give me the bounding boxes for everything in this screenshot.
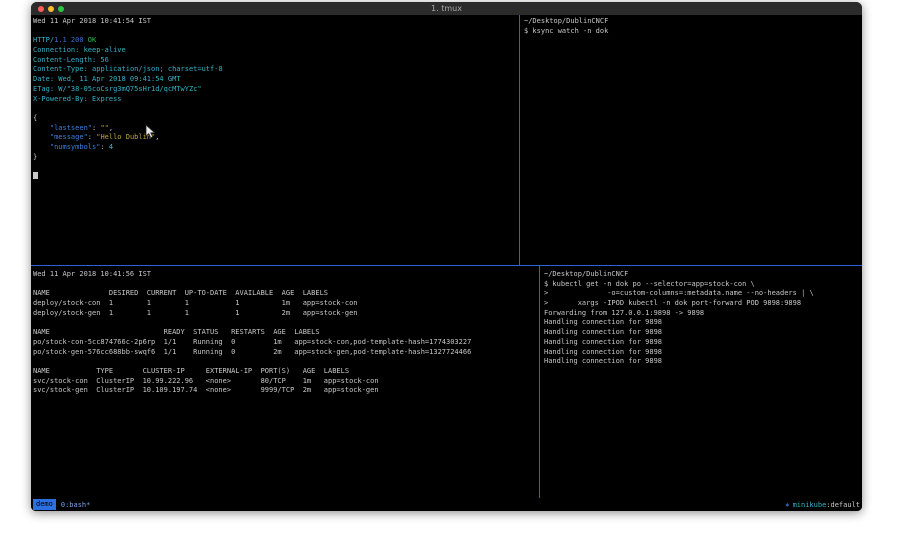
table-row: svc/stock-gen ClusterIP 10.109.197.74 <n… [33, 386, 539, 396]
handling-line: Handling connection for 9898 [544, 318, 862, 328]
header-name: ETag: [33, 85, 54, 93]
deploy-table-header: NAME DESIRED CURRENT UP-TO-DATE AVAILABL… [33, 289, 539, 299]
status-right: ⎈ minikube :default [785, 501, 860, 509]
json-colon: : [100, 143, 108, 151]
kubernetes-helm-icon: ⎈ [785, 501, 789, 509]
http-protocol: HTTP/ [33, 36, 54, 44]
json-open-brace: { [33, 114, 519, 124]
http-header-content-length: Content-Length: 56 [33, 56, 519, 66]
json-line-message: "message": "Hello Dublin", [33, 133, 519, 143]
shell-cursor-line[interactable] [33, 172, 519, 182]
header-value: application/json; charset=utf-8 [88, 65, 223, 73]
command-line: $ ksync watch -n dok [524, 27, 862, 37]
json-key: "message" [33, 133, 88, 141]
http-status-line: HTTP/1.1 200 OK [33, 36, 519, 46]
header-name: Date: [33, 75, 54, 83]
mouse-cursor [145, 124, 156, 139]
minimize-button[interactable] [48, 6, 54, 12]
json-close-brace: } [33, 153, 519, 163]
http-reason: OK [84, 36, 97, 44]
pane-http-response[interactable]: Wed 11 Apr 2018 10:41:54 IST HTTP/1.1 20… [31, 15, 519, 265]
table-row: deploy/stock-gen 1 1 1 1 2m app=stock-ge… [33, 309, 539, 319]
command-line: $ kubectl get -n dok po --selector=app=s… [544, 280, 862, 290]
header-value: Wed, 11 Apr 2018 09:41:54 GMT [54, 75, 180, 83]
json-value: 4 [109, 143, 113, 151]
header-name: X-Powered-By: [33, 95, 88, 103]
handling-line: Handling connection for 9898 [544, 348, 862, 358]
http-header-x-powered-by: X-Powered-By: Express [33, 95, 519, 105]
http-header-date: Date: Wed, 11 Apr 2018 09:41:54 GMT [33, 75, 519, 85]
status-left: demo 0:bash* [33, 499, 90, 510]
traffic-lights [38, 2, 64, 15]
kube-namespace-label: :default [826, 501, 860, 509]
cwd-line: ~/Desktop/DublinCNCF [544, 270, 862, 280]
kube-context-label: minikube [793, 501, 827, 509]
terminal-cursor [33, 172, 38, 179]
zoom-button[interactable] [58, 6, 64, 12]
command-continuation: > xargs -IPOD kubectl -n dok port-forwar… [544, 299, 862, 309]
forwarding-line: Forwarding from 127.0.0.1:9898 -> 9898 [544, 309, 862, 319]
cwd-line: ~/Desktop/DublinCNCF [524, 17, 862, 27]
header-value: keep-alive [79, 46, 125, 54]
pod-table-header: NAME READY STATUS RESTARTS AGE LABELS [33, 328, 539, 338]
session-name-badge[interactable]: demo [33, 499, 56, 510]
table-row: po/stock-gen-576cc688bb-swqf6 1/1 Runnin… [33, 348, 539, 358]
header-value: 56 [96, 56, 109, 64]
header-name: Content-Type: [33, 65, 88, 73]
json-key: "numsymbols" [33, 143, 100, 151]
handling-line: Handling connection for 9898 [544, 328, 862, 338]
command-continuation: > -o=custom-columns=:metadata.name --no-… [544, 289, 862, 299]
header-value: Express [88, 95, 122, 103]
tmux-terminal[interactable]: Wed 11 Apr 2018 10:41:54 IST HTTP/1.1 20… [31, 15, 862, 511]
http-version-status: 1.1 200 [54, 36, 84, 44]
pane-ksync[interactable]: ~/Desktop/DublinCNCF $ ksync watch -n do… [520, 15, 862, 265]
service-table-header: NAME TYPE CLUSTER-IP EXTERNAL-IP PORT(S)… [33, 367, 539, 377]
header-name: Content-Length: [33, 56, 96, 64]
http-header-connection: Connection: keep-alive [33, 46, 519, 56]
timestamp-line: Wed 11 Apr 2018 10:41:54 IST [33, 17, 519, 27]
pane-kubectl-resources[interactable]: Wed 11 Apr 2018 10:41:56 IST NAME DESIRE… [31, 266, 539, 498]
window-title: 1. tmux [31, 4, 862, 13]
http-header-content-type: Content-Type: application/json; charset=… [33, 65, 519, 75]
window-label[interactable]: 0:bash* [61, 501, 91, 509]
json-comma: , [109, 124, 113, 132]
json-key: "lastseen" [33, 124, 92, 132]
header-name: Connection: [33, 46, 79, 54]
timestamp-line: Wed 11 Apr 2018 10:41:56 IST [33, 270, 539, 280]
terminal-window[interactable]: 1. tmux Wed 11 Apr 2018 10:41:54 IST HTT… [31, 2, 862, 511]
header-value: W/"38-05coCsrg3mQ75sHr1d/qcMTwYZc" [54, 85, 202, 93]
handling-line: Handling connection for 9898 [544, 338, 862, 348]
json-line-lastseen: "lastseen": "", [33, 124, 519, 134]
table-row: po/stock-con-5cc874766c-2p6rp 1/1 Runnin… [33, 338, 539, 348]
tmux-status-bar: demo 0:bash* ⎈ minikube :default [31, 498, 862, 511]
json-colon: : [88, 133, 96, 141]
handling-line: Handling connection for 9898 [544, 357, 862, 367]
table-row: svc/stock-con ClusterIP 10.99.222.96 <no… [33, 377, 539, 387]
window-titlebar[interactable]: 1. tmux [31, 2, 862, 15]
table-row: deploy/stock-con 1 1 1 1 1m app=stock-co… [33, 299, 539, 309]
pane-port-forward[interactable]: ~/Desktop/DublinCNCF $ kubectl get -n do… [540, 266, 862, 498]
close-button[interactable] [38, 6, 44, 12]
json-line-numsymbols: "numsymbols": 4 [33, 143, 519, 153]
json-value: "" [100, 124, 108, 132]
http-header-etag: ETag: W/"38-05coCsrg3mQ75sHr1d/qcMTwYZc" [33, 85, 519, 95]
